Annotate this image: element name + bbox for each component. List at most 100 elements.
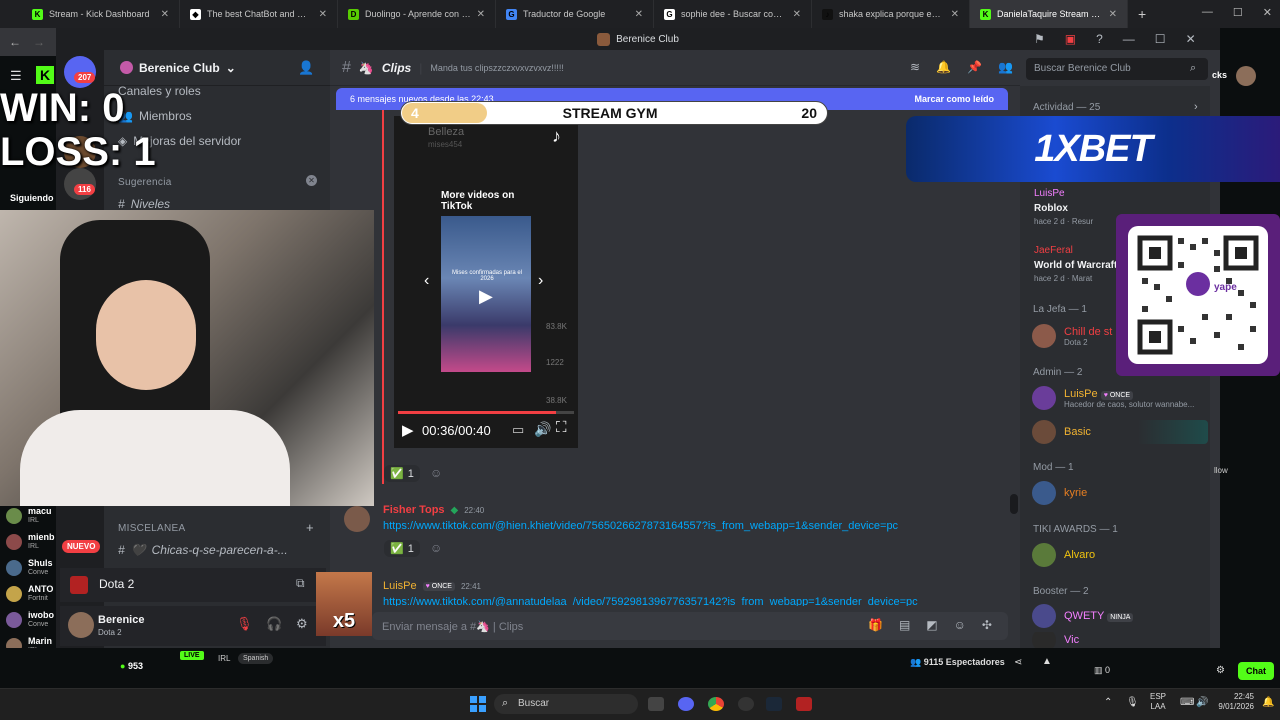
screen-share-icon[interactable]: ⧉ [296,576,305,591]
share-icon[interactable]: ⋖ [1014,657,1022,668]
browser-tab[interactable]: ◆ The best ChatBot and Widgets ✕ [180,0,338,28]
close-icon[interactable]: ✕ [477,9,485,20]
gif-icon[interactable]: ▤ [899,618,910,632]
browser-tab[interactable]: K Stream - Kick Dashboard ✕ [22,0,180,28]
mic-muted-icon[interactable]: 🎙 [236,616,253,632]
task-view-icon[interactable] [648,697,664,711]
chevron-right-icon[interactable]: › [1194,101,1198,113]
minimize-icon[interactable]: — [1202,6,1213,19]
dota-app-icon[interactable] [796,697,812,711]
minimize-icon[interactable]: — [1123,32,1135,46]
server-header[interactable]: Berenice Club ⌄ [104,50,330,86]
taskbar-search[interactable]: Buscar [494,694,638,714]
close-icon[interactable]: ✕ [951,9,959,20]
back-icon[interactable]: ← [9,35,21,49]
windows-start-icon[interactable] [470,696,486,712]
member-row[interactable]: kyrie [1032,481,1087,505]
member-row[interactable]: QWETY NINJA [1032,604,1134,628]
close-icon[interactable]: ✕ [319,9,327,20]
member-row[interactable]: Alvaro [1032,543,1095,567]
prev-icon[interactable]: ‹ [424,272,429,290]
member-row[interactable]: Basic [1032,420,1208,444]
close-icon[interactable]: ✕ [306,175,317,186]
forward-icon[interactable]: → [33,35,45,49]
chrome-app-icon[interactable] [708,697,724,711]
reaction-checkmark[interactable]: ✅ 1 [384,539,420,557]
close-icon[interactable]: ✕ [635,9,643,20]
browser-tab[interactable]: G Traductor de Google ✕ [496,0,654,28]
threads-icon[interactable]: ≋ [910,60,920,74]
message-link[interactable]: https://www.tiktok.com/@annatudelaa_/vid… [383,596,918,606]
new-tab-button[interactable]: + [1128,6,1146,22]
pin-icon[interactable]: 📌 [967,60,982,74]
screen-icon[interactable]: ▣ [1065,32,1076,46]
help-icon[interactable]: ? [1096,32,1103,46]
close-icon[interactable]: ✕ [793,9,801,20]
emoji-icon[interactable]: ☺ [954,618,966,632]
inbox-flag-icon[interactable]: ⚑ [1034,32,1045,46]
video-thumbnail[interactable]: Mises confirmadas para el 2026 ▶ [441,216,531,372]
sticker-icon[interactable]: ◩ [926,618,937,632]
maximize-icon[interactable]: ☐ [1155,32,1166,46]
captions-icon[interactable]: ▭ [512,422,524,438]
message-author[interactable]: Fisher Tops [383,504,445,516]
play-icon[interactable]: ▶ [402,421,414,439]
member-row[interactable]: Chill de st Dota 2 [1032,324,1112,348]
category-misc[interactable]: MISCELANEA [118,523,185,534]
members-icon[interactable]: 👥 [998,60,1013,74]
browser-tab[interactable]: K DanielaTaquire Stream - Watch ✕ [970,0,1128,28]
gear-icon[interactable]: ⚙ [1216,665,1225,676]
kick-following-item[interactable]: mienb IRL [6,532,55,551]
headphones-icon[interactable]: 🎧 [266,616,282,632]
close-icon[interactable]: ✕ [1263,6,1272,19]
notifications-icon[interactable]: 🔔 [1262,697,1274,708]
mic-icon[interactable]: 🎙 [1126,697,1139,708]
next-icon[interactable]: › [538,272,543,290]
language-tag[interactable]: Spanish [238,653,274,664]
add-reaction-icon[interactable]: ☺ [430,466,442,480]
fullscreen-icon[interactable]: ⛶ [556,419,567,436]
kick-logo-icon[interactable]: K [36,66,54,84]
bell-icon[interactable]: 🔔 [936,60,951,74]
kick-following-item[interactable]: ANTO Fortnit [6,584,53,603]
add-channel-icon[interactable]: + [306,520,314,535]
obs-app-icon[interactable] [738,697,754,711]
apps-icon[interactable]: ✣ [982,618,992,632]
scrollbar[interactable] [1010,494,1018,514]
alert-icon[interactable]: ▲ [1042,656,1052,667]
member-row[interactable]: Vic [1032,632,1079,648]
channel-chicas[interactable]: # 🖤 Chicas-q-se-parecen-a-... [118,543,288,557]
browser-tab[interactable]: D Duolingo - Aprende con leccio ✕ [338,0,496,28]
message-author[interactable]: LuisPe [383,580,417,592]
search-icon[interactable]: ⌕ [1190,62,1196,75]
category-suggest[interactable]: Sugerencia [118,177,172,188]
play-icon[interactable]: ▶ [479,286,493,307]
member-row[interactable]: LuisPe ♥ ONCE Hacedor de caos, solutor wa… [1032,386,1204,410]
mark-read-button[interactable]: Marcar como leído [914,94,994,104]
reaction-checkmark[interactable]: ✅ 1 [384,464,420,482]
network-icon[interactable]: ⌨ [1180,697,1194,708]
add-member-icon[interactable]: 👤 [298,60,314,76]
search-input[interactable]: Buscar Berenice Club [1026,58,1208,80]
tray-chevron-icon[interactable]: ⌃ [1104,697,1112,708]
browser-tab[interactable]: ♪ shaka explica porque es dificil ✕ [812,0,970,28]
close-icon[interactable]: ✕ [1186,32,1196,46]
clock[interactable]: 22:45 9/01/2026 [1214,692,1254,712]
activity-card[interactable]: LuisPe Roblox hace 2 d · Resur [1034,188,1093,226]
chat-button[interactable]: Chat [1238,662,1274,680]
steam-app-icon[interactable] [766,697,782,711]
volume-icon[interactable]: 🔊 [534,421,551,438]
activity-card[interactable]: JaeFeral World of Warcraft hace 2 d · Ma… [1034,245,1117,283]
close-icon[interactable]: ✕ [161,9,169,20]
video-progress[interactable] [398,411,574,414]
channel-niveles[interactable]: # Niveles [118,197,170,211]
gift-icon[interactable]: 🎁 [868,618,883,632]
stream-category[interactable]: IRL [218,654,230,663]
tiktok-embed[interactable]: Belleza mises454 ♪ More videos on TikTok… [394,116,578,448]
add-reaction-icon[interactable]: ☺ [430,541,442,555]
hamburger-icon[interactable]: ☰ [10,68,22,84]
maximize-icon[interactable]: ☐ [1233,6,1243,19]
language-indicator[interactable]: ESP LAA [1150,692,1166,712]
kick-following-item[interactable]: iwobo Conve [6,610,54,629]
kick-following-item[interactable]: macu IRL [6,506,52,525]
